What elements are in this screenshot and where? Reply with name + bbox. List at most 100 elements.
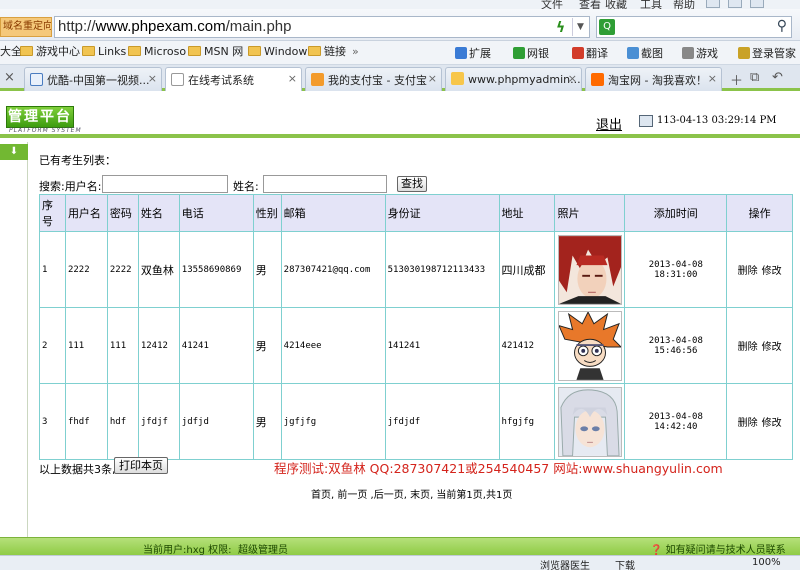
zoom-level[interactable]: 100% <box>752 557 781 568</box>
url-input[interactable]: http://www.phpexam.com/main.php <box>54 16 590 38</box>
cell-phone: 13558690869 <box>178 231 254 308</box>
close-icon[interactable]: × <box>428 72 437 85</box>
edit-link[interactable]: 修改 <box>762 418 782 429</box>
current-datetime: 113-04-13 03:29:14 PM <box>657 115 777 126</box>
credit-text: 程序测试:双鱼林 QQ:287307421或254540457 网站:www.s… <box>274 461 723 476</box>
close-icon[interactable]: × <box>4 70 15 85</box>
page-icon <box>171 73 184 86</box>
more-favorites-icon[interactable]: » <box>352 45 359 59</box>
tool-extensions[interactable]: 扩展 <box>455 45 491 61</box>
menu-tools[interactable]: 工具 <box>640 0 662 9</box>
shield-icon <box>513 47 525 59</box>
menu-help[interactable]: 帮助 <box>673 0 695 9</box>
cell-id: 3 <box>39 383 66 460</box>
user-role: 超级管理员 <box>238 545 288 556</box>
close-icon[interactable]: × <box>568 72 577 85</box>
logo-subtitle: PLATFORM SYSTEM <box>9 127 82 134</box>
menu-favorites[interactable]: 收藏 <box>605 0 627 9</box>
menu-file[interactable]: 文件 <box>541 0 563 9</box>
edit-link[interactable]: 修改 <box>762 342 782 353</box>
main-content: 已有考生列表： 搜索:用户名: 姓名: 查找 序号 用户名 密码 姓名 电话 性… <box>31 142 800 537</box>
tool-games[interactable]: 游戏 <box>682 45 718 61</box>
tab-alipay[interactable]: 我的支付宝 - 支付宝 × <box>305 67 442 91</box>
cell-idcard: 513030198712113433 <box>384 231 500 308</box>
delete-link[interactable]: 删除 <box>738 418 758 429</box>
maximize-button[interactable] <box>728 0 742 8</box>
close-icon[interactable]: × <box>708 72 717 85</box>
cell-username: 2222 <box>64 231 108 308</box>
name-search-input[interactable] <box>263 175 387 193</box>
cell-added-time: 2013-04-08 15:46:56 <box>624 307 728 384</box>
cell-email: 287307421@qq.com <box>280 231 386 308</box>
fav-item[interactable]: Microso <box>128 45 186 59</box>
tab-phpmyadmin[interactable]: www.phpmyadmin.... × <box>445 67 582 91</box>
key-icon <box>738 47 750 59</box>
table-header-row: 序号 用户名 密码 姓名 电话 性别 邮箱 身份证 地址 照片 添加时间 操作 <box>39 194 793 232</box>
cell-added-time: 2013-04-08 18:31:00 <box>624 231 728 308</box>
download-arrow-icon[interactable]: ⬇ <box>0 144 28 160</box>
name-label: 姓名: <box>233 180 259 193</box>
folder-icon <box>128 46 141 56</box>
scissors-icon <box>627 47 639 59</box>
browser-doctor[interactable]: 浏览器医生 <box>540 557 590 570</box>
close-icon[interactable]: × <box>148 72 157 85</box>
logo: 管理平台 <box>6 106 74 128</box>
red-hair-avatar-image <box>557 234 622 305</box>
search-engine-icon[interactable]: Q <box>599 19 615 35</box>
new-tab-icon[interactable]: ＋ <box>730 70 743 89</box>
fav-item[interactable]: Window <box>248 45 307 59</box>
print-button[interactable]: 打印本页 <box>114 457 168 474</box>
close-icon[interactable]: × <box>288 72 297 85</box>
fav-item[interactable]: MSN 网 <box>188 45 243 59</box>
lightning-icon[interactable]: ϟ <box>556 20 565 36</box>
left-panel <box>0 142 28 537</box>
downloads[interactable]: 下载 <box>615 557 635 570</box>
silver-hair-avatar-image <box>557 386 622 457</box>
search-button[interactable]: 查找 <box>397 176 427 192</box>
close-window-button[interactable] <box>750 0 764 8</box>
col-header: 姓名 <box>137 194 180 232</box>
cell-photo <box>554 383 626 460</box>
redirect-button[interactable]: 域名重定向 <box>0 17 52 37</box>
col-header: 邮箱 <box>280 194 386 232</box>
folder-icon <box>308 46 321 56</box>
fav-item[interactable]: 大全 <box>0 45 22 59</box>
cell-email: jgfjfg <box>280 383 386 460</box>
tool-screenshot[interactable]: 截图 <box>627 45 663 61</box>
tab-youku[interactable]: 优酷-中国第一视频... × <box>24 67 162 91</box>
pagination[interactable]: 首页, 前一页 ,后一页, 末页, 当前第1页,共1页 <box>311 486 512 501</box>
tab-taobao[interactable]: 淘宝网 - 淘我喜欢！ × <box>585 67 722 91</box>
col-header: 照片 <box>554 194 626 232</box>
menu-view[interactable]: 查看 <box>579 0 601 9</box>
chevron-down-icon[interactable]: ▼ <box>572 18 588 36</box>
folder-icon <box>248 46 261 56</box>
fav-item[interactable]: 游戏中心 <box>20 45 80 59</box>
tool-bank[interactable]: 网银 <box>513 45 549 61</box>
col-header: 地址 <box>498 194 556 232</box>
delete-link[interactable]: 删除 <box>738 342 758 353</box>
tool-login-manager[interactable]: 登录管家 <box>738 45 796 61</box>
undo-icon[interactable]: ↶ <box>772 70 783 85</box>
fav-item[interactable]: Links <box>82 45 126 59</box>
restore-tab-icon[interactable]: ⧉ <box>750 70 759 85</box>
logout-link[interactable]: 退出 <box>596 114 622 133</box>
translate-icon <box>572 47 584 59</box>
minimize-button[interactable] <box>706 0 720 8</box>
delete-link[interactable]: 删除 <box>738 266 758 277</box>
cell-name: jfdjf <box>137 383 180 460</box>
address-toolbar: 域名重定向 http://www.phpexam.com/main.php ϟ … <box>0 9 800 41</box>
cell-address: 421412 <box>498 307 556 384</box>
username-search-input[interactable] <box>102 175 228 193</box>
edit-link[interactable]: 修改 <box>762 266 782 277</box>
extensions-icon <box>455 47 467 59</box>
page-footer: 当前用户:hxg 权限: 超级管理员 ❓ 如有疑问请与技术人员联系 <box>0 537 800 556</box>
browser-menubar: 文件 查看 收藏 工具 帮助 <box>0 0 800 9</box>
folder-icon <box>82 46 95 56</box>
tab-exam-system[interactable]: 在线考试系统 × <box>165 67 302 91</box>
search-input[interactable]: Q ⚲ <box>596 16 792 38</box>
search-icon[interactable]: ⚲ <box>777 18 787 34</box>
username-label: 搜索:用户名: <box>39 180 102 193</box>
tool-translate[interactable]: 翻译 <box>572 45 608 61</box>
fav-item[interactable]: 链接 <box>308 45 346 59</box>
cell-photo <box>554 231 626 308</box>
